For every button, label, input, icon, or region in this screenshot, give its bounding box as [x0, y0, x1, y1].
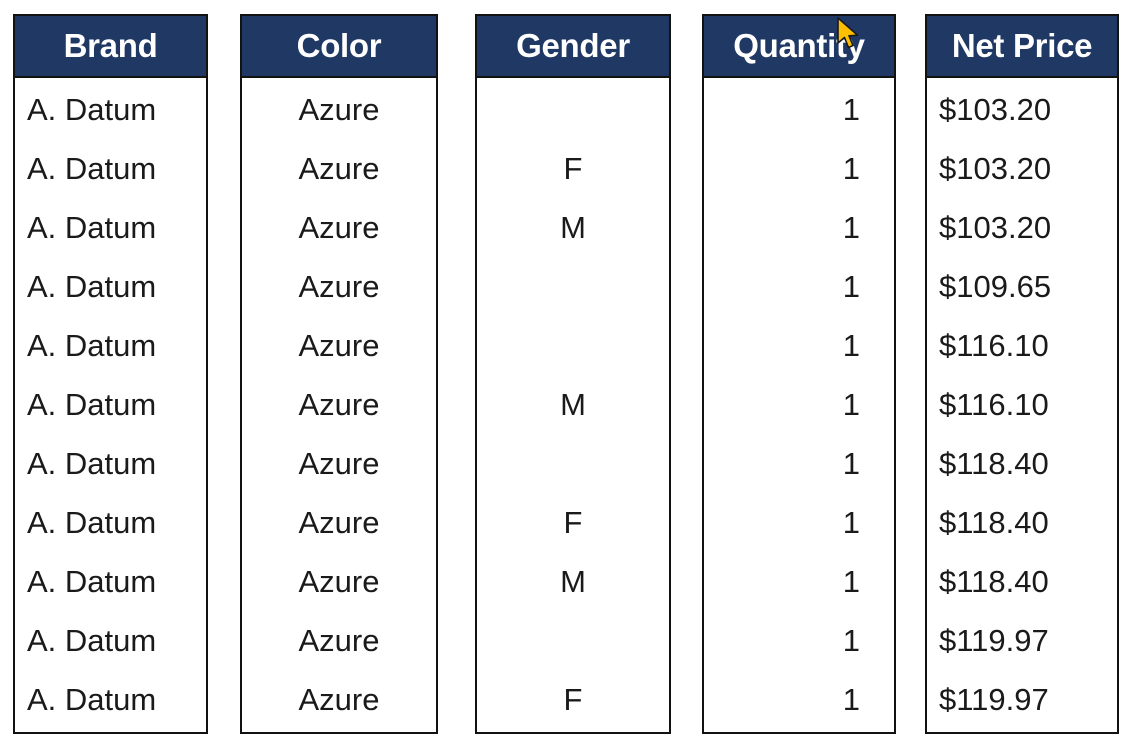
table-cell: F: [563, 504, 583, 540]
table-cell: Azure: [298, 209, 380, 245]
table-cell: A. Datum: [27, 445, 157, 481]
table-cell: 1: [842, 681, 860, 717]
table-cell: $118.40: [939, 445, 1049, 481]
column-body-gender: FMMFMF: [477, 78, 669, 732]
table-cell: A. Datum: [27, 622, 157, 658]
table-cell: A. Datum: [27, 268, 157, 304]
table-cell: Azure: [298, 268, 380, 304]
table-cell: 1: [842, 622, 860, 658]
column-header-quantity[interactable]: Quantity: [704, 16, 894, 78]
table-cell: F: [563, 681, 583, 717]
table-cell: $118.40: [939, 563, 1049, 599]
table-cell: 1: [842, 268, 860, 304]
table-cell: $119.97: [939, 622, 1049, 658]
table-cell: A. Datum: [27, 91, 157, 127]
column-body-brand: A. Datum A. Datum A. Datum A. Datum A. Datum…: [15, 78, 206, 732]
table-cell: 1: [842, 445, 860, 481]
table-cell: Azure: [298, 622, 380, 658]
table-cell: $119.97: [939, 681, 1049, 717]
table-cell: Azure: [298, 150, 380, 186]
table-cell: M: [560, 209, 586, 245]
column-header-color[interactable]: Color: [242, 16, 436, 78]
table-cell: A. Datum: [27, 386, 157, 422]
table-cell: 1: [842, 327, 860, 363]
table-cell: M: [560, 563, 586, 599]
table-cell: A. Datum: [27, 209, 157, 245]
column-header-brand[interactable]: Brand: [15, 16, 206, 78]
table-cell: $116.10: [939, 327, 1049, 363]
table-cell: 1: [842, 386, 860, 422]
table-column-brand: Brand A. Datum A. Datum A. Datum A. Datum A. …: [13, 14, 208, 734]
table-cell: M: [560, 386, 586, 422]
table-cell: 1: [842, 563, 860, 599]
column-header-gender[interactable]: Gender: [477, 16, 669, 78]
table-cell: A. Datum: [27, 504, 157, 540]
table-column-quantity: Quantity 1 1 1 1 1 1 1 1 1 1 1: [702, 14, 896, 734]
table-cell: F: [563, 150, 583, 186]
table-cell: 1: [842, 150, 860, 186]
column-body-netprice: $103.20 $103.20 $103.20 $109.65 $116.10 $116.…: [927, 78, 1117, 732]
table-cell: A. Datum: [27, 563, 157, 599]
table-cell: Azure: [298, 445, 380, 481]
table-cell: Azure: [298, 386, 380, 422]
column-header-netprice[interactable]: Net Price: [927, 16, 1117, 78]
data-table: Brand A. Datum A. Datum A. Datum A. Datum A. …: [13, 14, 1121, 734]
table-cell: A. Datum: [27, 150, 157, 186]
table-cell: $118.40: [939, 504, 1049, 540]
table-cell: [477, 257, 669, 316]
table-cell: A. Datum: [27, 327, 157, 363]
table-cell: $103.20: [939, 209, 1052, 245]
table-cell: 1: [842, 209, 860, 245]
table-cell: 1: [842, 504, 860, 540]
table-cell: Azure: [298, 91, 380, 127]
table-cell: [477, 316, 669, 375]
column-body-quantity: 1 1 1 1 1 1 1 1 1 1 1: [704, 78, 894, 732]
table-cell: Azure: [298, 681, 380, 717]
table-cell: 1: [842, 91, 860, 127]
table-cell: $116.10: [939, 386, 1049, 422]
table-cell: [477, 611, 669, 670]
table-cell: [477, 80, 669, 139]
table-cell: A. Datum: [27, 681, 157, 717]
table-cell: $103.20: [939, 91, 1052, 127]
table-screenshot-canvas: Brand A. Datum A. Datum A. Datum A. Datum A. …: [0, 0, 1134, 754]
table-cell: Azure: [298, 504, 380, 540]
column-body-color: Azure Azure Azure Azure Azure Azure Azure Azure…: [242, 78, 436, 732]
table-cell: [477, 434, 669, 493]
table-cell: $103.20: [939, 150, 1052, 186]
table-cell: Azure: [298, 327, 380, 363]
table-column-color: Color Azure Azure Azure Azure Azure Azure Azure…: [240, 14, 438, 734]
table-cell: Azure: [298, 563, 380, 599]
table-column-netprice: Net Price $103.20 $103.20 $103.20 $109.65 $11…: [925, 14, 1119, 734]
table-column-gender: Gender F M M F M F: [475, 14, 671, 734]
table-cell: $109.65: [939, 268, 1052, 304]
